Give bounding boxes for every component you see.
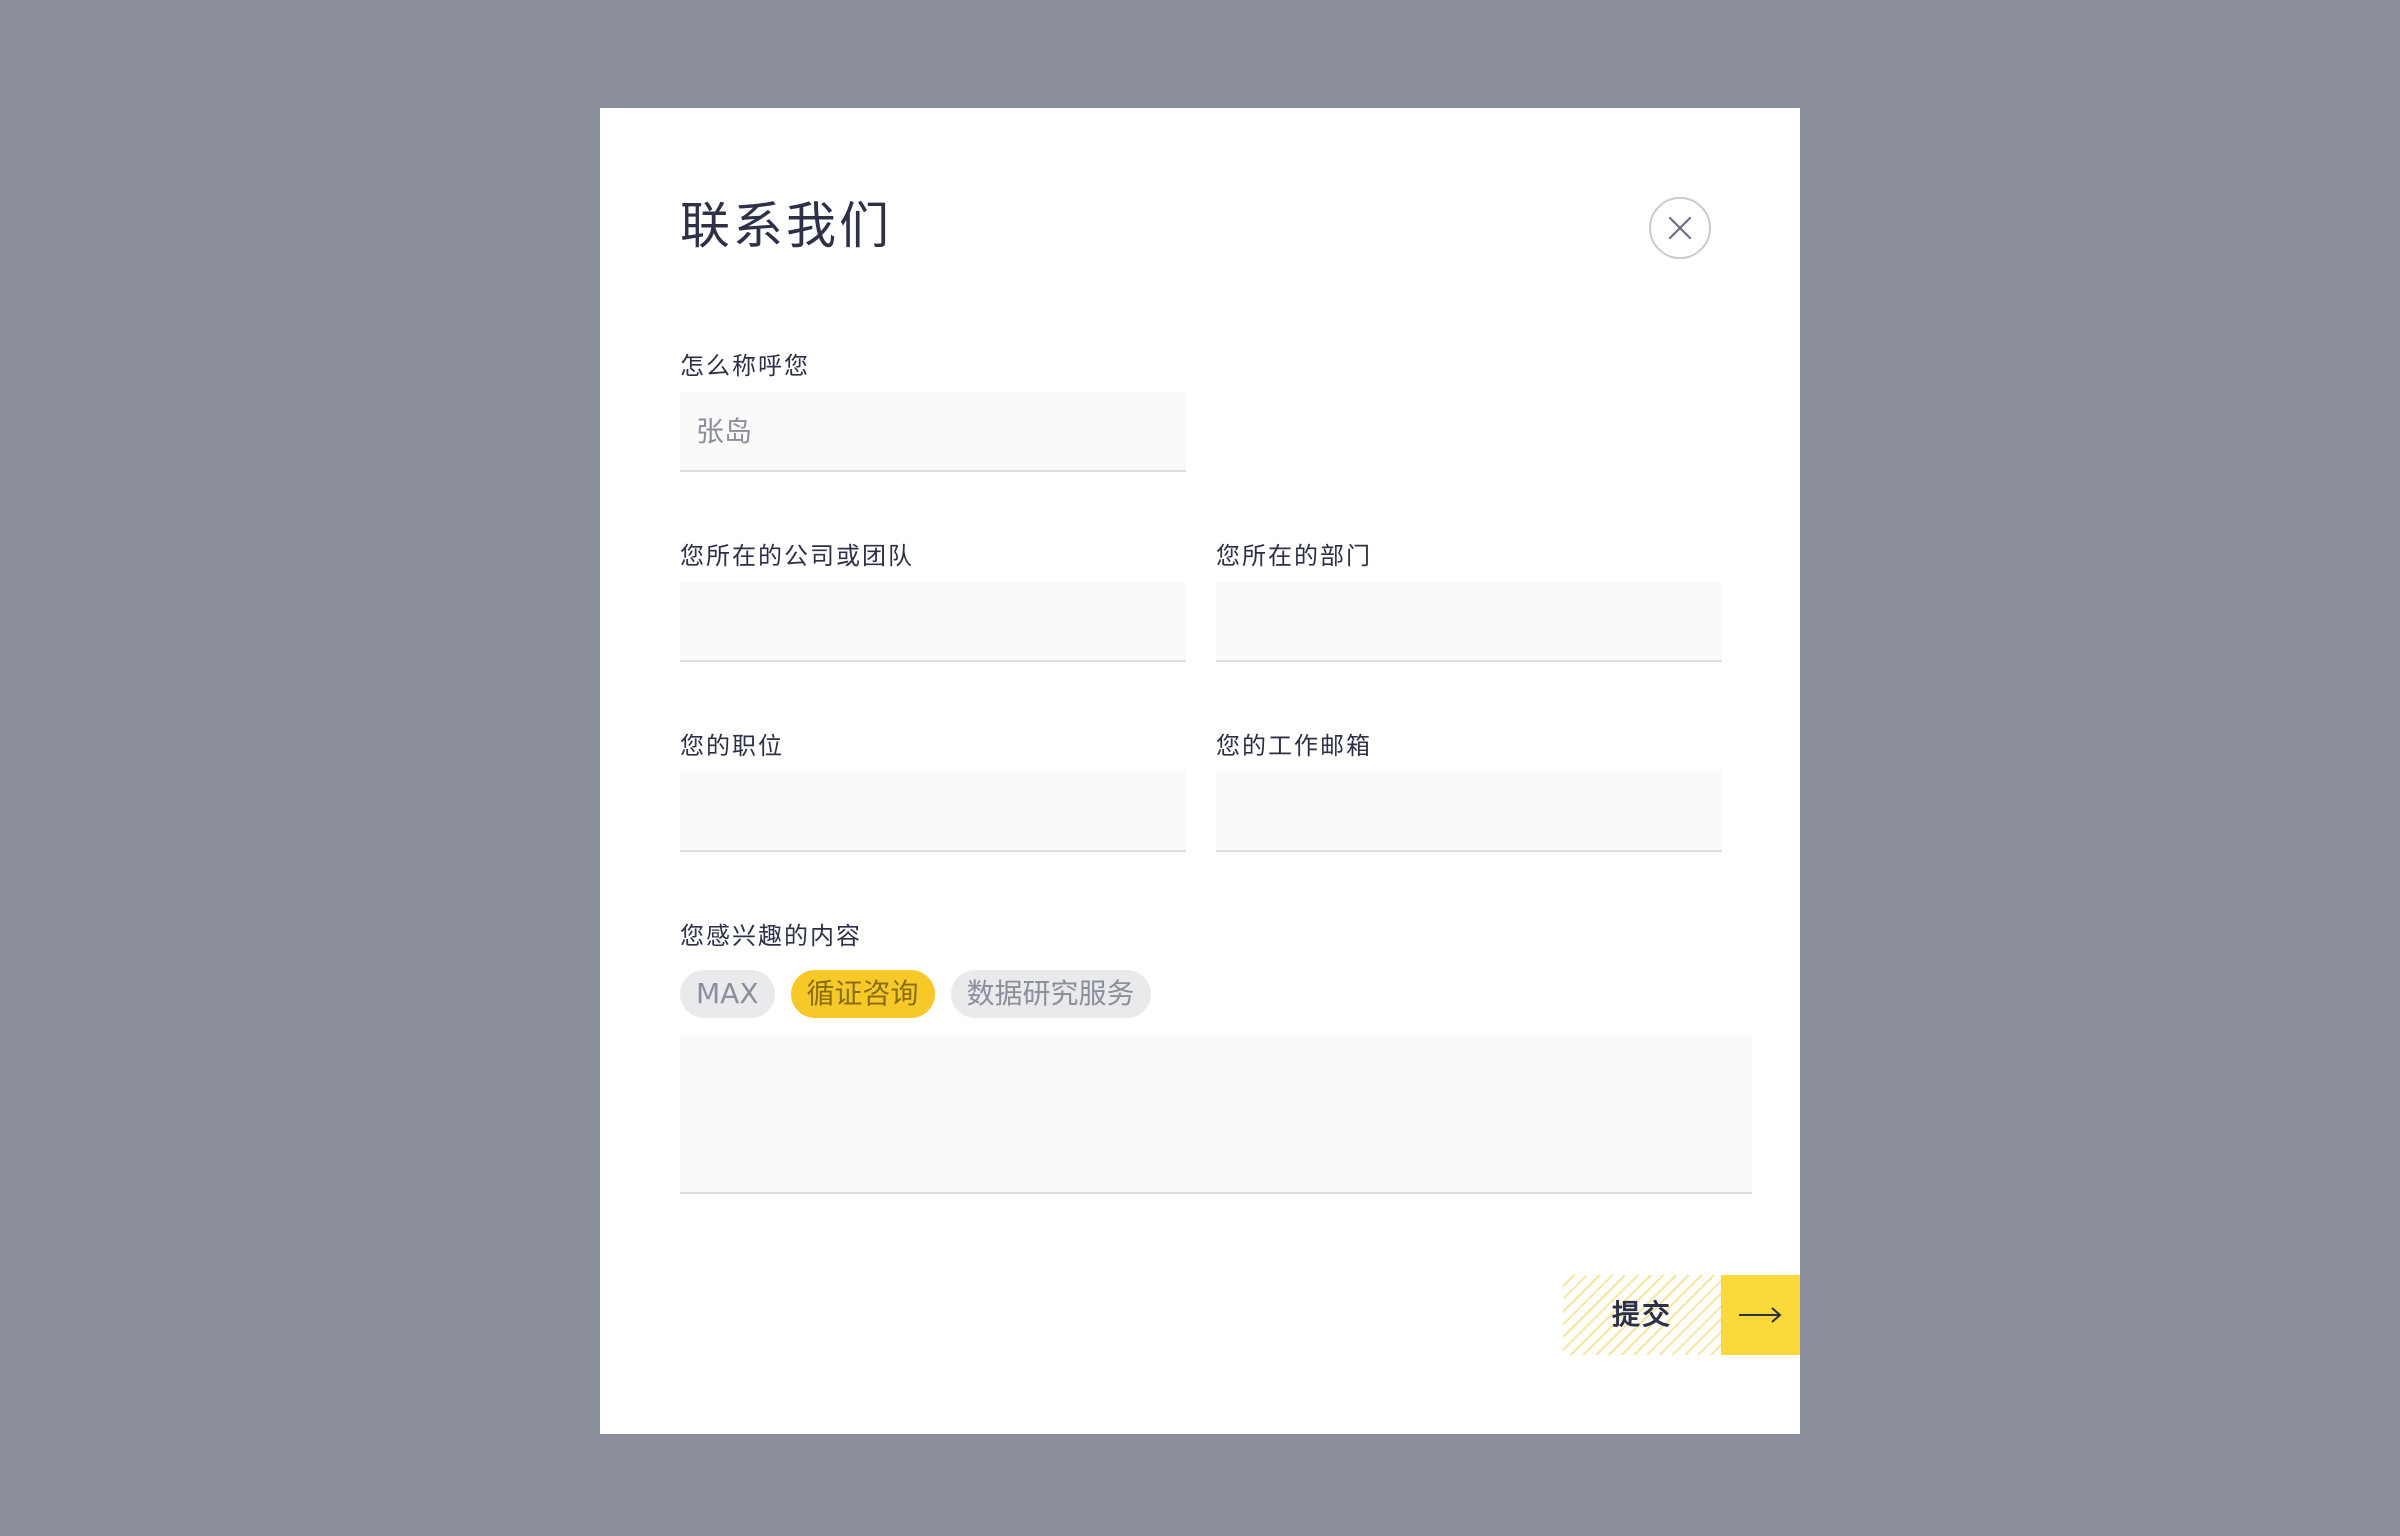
company-label: 您所在的公司或团队: [680, 542, 914, 570]
close-icon: [1668, 216, 1692, 240]
department-input[interactable]: [1216, 582, 1722, 662]
submit-button[interactable]: 提交: [1563, 1275, 1800, 1355]
name-input[interactable]: [680, 392, 1186, 472]
interest-tag-evidence-consulting[interactable]: 循证咨询: [790, 970, 935, 1018]
department-label: 您所在的部门: [1216, 542, 1372, 570]
interest-tag-max[interactable]: MAX: [680, 970, 775, 1018]
interests-label: 您感兴趣的内容: [680, 922, 862, 950]
submit-arrow-box: [1721, 1275, 1800, 1355]
interest-tag-data-research[interactable]: 数据研究服务: [950, 970, 1151, 1018]
name-label: 怎么称呼您: [680, 352, 810, 380]
arrow-right-icon: [1739, 1307, 1782, 1323]
interest-tags: MAX 循证咨询 数据研究服务: [680, 970, 1151, 1018]
submit-label: 提交: [1611, 1298, 1672, 1331]
company-input[interactable]: [680, 582, 1186, 662]
message-textarea[interactable]: [680, 1036, 1752, 1194]
email-label: 您的工作邮箱: [1216, 732, 1372, 760]
position-label: 您的职位: [680, 732, 784, 760]
close-button[interactable]: [1649, 197, 1711, 259]
position-input[interactable]: [680, 772, 1186, 852]
dialog-title: 联系我们: [680, 197, 892, 255]
email-input[interactable]: [1216, 772, 1722, 852]
contact-dialog: 联系我们 怎么称呼您 您所在的公司或团队 您所在的部门 您的职位 您的工作邮箱 …: [600, 108, 1800, 1434]
